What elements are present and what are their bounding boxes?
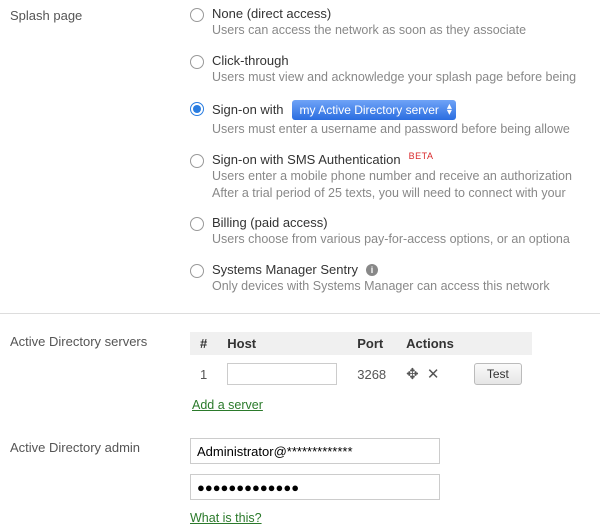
- option-signon-desc: Users must enter a username and password…: [212, 121, 590, 138]
- option-click-title: Click-through: [212, 53, 590, 68]
- radio-click-through[interactable]: [190, 55, 204, 69]
- option-signon[interactable]: Sign-on with my Active Directory server …: [190, 100, 590, 138]
- what-is-this-link[interactable]: What is this?: [190, 511, 262, 525]
- table-row: 1 3268 ✥ ✕ Test: [190, 356, 532, 391]
- divider: [0, 313, 600, 314]
- host-input[interactable]: [227, 363, 337, 385]
- option-click-desc: Users must view and acknowledge your spl…: [212, 69, 590, 86]
- option-billing-title: Billing (paid access): [212, 215, 590, 230]
- chevron-updown-icon: ▴▾: [447, 104, 452, 116]
- signon-server-select[interactable]: my Active Directory server ▴▾: [292, 100, 456, 120]
- radio-billing[interactable]: [190, 217, 204, 231]
- info-icon[interactable]: i: [366, 264, 378, 276]
- option-sentry[interactable]: Systems Manager Sentry i Only devices wi…: [190, 262, 590, 295]
- ad-admin-username[interactable]: [190, 438, 440, 464]
- option-sms[interactable]: Sign-on with SMS Authentication BETA Use…: [190, 152, 590, 202]
- option-click-through[interactable]: Click-through Users must view and acknow…: [190, 53, 590, 86]
- ad-admin-password[interactable]: [190, 474, 440, 500]
- option-sentry-desc: Only devices with Systems Manager can ac…: [212, 278, 590, 295]
- splash-page-label: Splash page: [10, 6, 190, 23]
- test-button[interactable]: Test: [474, 363, 522, 385]
- option-billing-desc: Users choose from various pay-for-access…: [212, 231, 590, 248]
- ad-admin-label: Active Directory admin: [10, 438, 190, 455]
- ad-servers-table: # Host Port Actions 1 3268 ✥ ✕ Test: [190, 332, 532, 391]
- add-server-link[interactable]: Add a server: [192, 398, 263, 412]
- radio-sms[interactable]: [190, 154, 204, 168]
- radio-none[interactable]: [190, 8, 204, 22]
- th-actions: Actions: [396, 332, 464, 356]
- option-billing[interactable]: Billing (paid access) Users choose from …: [190, 215, 590, 248]
- th-num: #: [190, 332, 217, 356]
- radio-sentry[interactable]: [190, 264, 204, 278]
- beta-badge: BETA: [409, 151, 434, 161]
- option-sms-title: Sign-on with SMS Authentication: [212, 152, 401, 167]
- th-host: Host: [217, 332, 347, 356]
- option-sentry-title: Systems Manager Sentry: [212, 262, 358, 277]
- move-icon[interactable]: ✥: [406, 366, 421, 383]
- option-signon-title: Sign-on with: [212, 102, 284, 117]
- option-none-desc: Users can access the network as soon as …: [212, 22, 590, 39]
- th-port: Port: [347, 332, 396, 356]
- ad-servers-label: Active Directory servers: [10, 332, 190, 349]
- radio-signon[interactable]: [190, 102, 204, 116]
- option-none[interactable]: None (direct access) Users can access th…: [190, 6, 590, 39]
- signon-server-value: my Active Directory server: [300, 102, 439, 118]
- option-sms-desc: Users enter a mobile phone number and re…: [212, 168, 590, 202]
- option-none-title: None (direct access): [212, 6, 590, 21]
- row-num: 1: [190, 356, 217, 391]
- row-port: 3268: [347, 356, 396, 391]
- delete-icon[interactable]: ✕: [427, 366, 442, 383]
